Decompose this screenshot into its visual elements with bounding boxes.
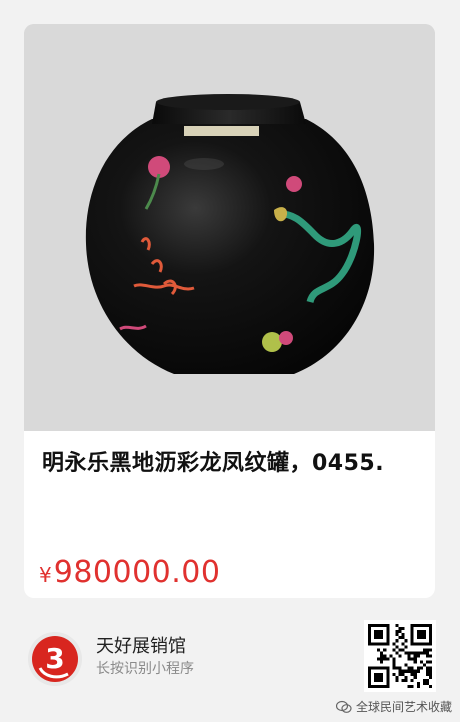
currency-symbol: ¥: [39, 563, 52, 587]
shop-name[interactable]: 天好展销馆: [96, 632, 186, 658]
logo-number: 3: [45, 642, 64, 675]
product-title: 明永乐黑地沥彩龙凤纹罐，0455.: [42, 451, 385, 476]
watermark-text: 全球民间艺术收藏: [355, 700, 452, 714]
product-image[interactable]: [24, 24, 435, 431]
product-price: ¥ 980000.00: [39, 555, 220, 590]
shop-logo[interactable]: 3: [26, 630, 84, 688]
product-card[interactable]: 明永乐黑地沥彩龙凤纹罐，0455. ¥ 980000.00: [24, 24, 435, 598]
watermark: 全球民间艺术收藏: [335, 698, 452, 715]
wechat-icon: [335, 700, 352, 714]
mini-program-footer: 3 天好展销馆 长按识别小程序 全球民间艺术收藏: [0, 610, 460, 722]
price-amount: 980000.00: [53, 555, 221, 590]
qr-code[interactable]: [364, 620, 436, 692]
long-press-hint: 长按识别小程序: [96, 661, 194, 677]
